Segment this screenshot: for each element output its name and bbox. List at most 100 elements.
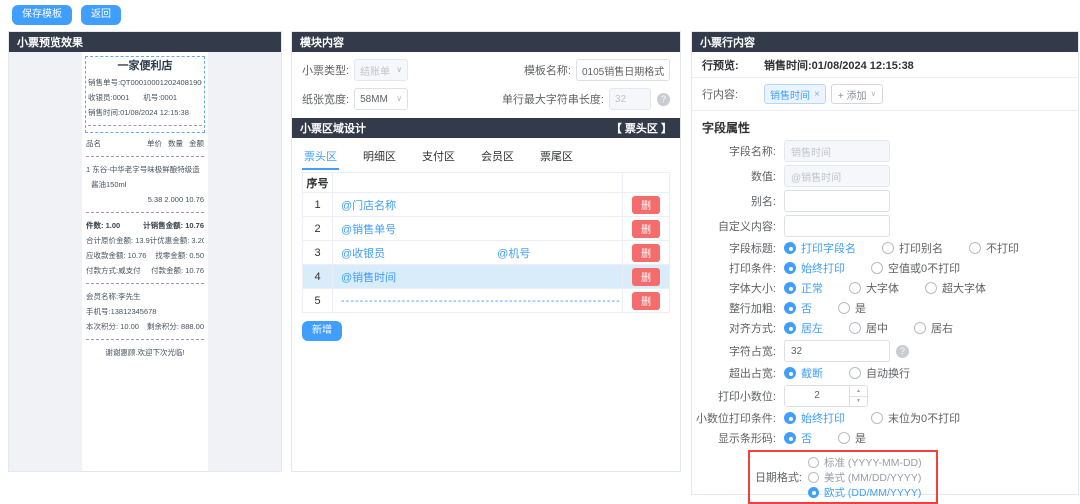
question-icon[interactable]: ? [896,345,909,358]
receipt-receivable: 应收款金额: 10.76 [86,248,146,263]
action-column-header [623,173,669,192]
date-format-annotation-box: 日期格式: 标准 (YYYY-MM-DD) 美式 (MM/DD/YYYY) 欧式… [748,450,938,504]
radio-barcode-no[interactable]: 否 [784,430,812,446]
radio-align-right[interactable]: 居右 [914,320,953,336]
design-section-title: 小票区域设计 [300,120,366,136]
table-row[interactable]: 3 @收银员 @机号 删 [303,241,669,265]
stepper-up-icon[interactable]: ▲ [850,386,867,397]
radio-no-print[interactable]: 不打印 [969,240,1019,256]
add-field-button[interactable]: + 添加 ∨ [831,84,883,104]
template-name-input[interactable] [576,59,670,81]
char-width-input[interactable] [784,340,890,362]
radio-bold-yes[interactable]: 是 [838,300,866,316]
radio-date-eu[interactable]: 欧式 (DD/MM/YYYY) [808,485,922,499]
design-body: 票头区 明细区 支付区 会员区 票尾区 序号 1 @门店名称 删 2 @销售单号… [292,138,680,349]
radio-icon [969,242,981,254]
preview-panel-header: 小票预览效果 [9,32,281,52]
question-icon[interactable]: ? [657,93,670,106]
radio-decimal-always[interactable]: 始终打印 [784,410,845,426]
line-bold-label: 整行加粗: [692,300,784,316]
field-properties-form: 字段名称: 数值: 别名: 自定义内容: 字段标题: 打印字段名 打印别名 不打… [692,140,1078,504]
row-content: 行内容: 销售时间 × + 添加 ∨ [692,78,1078,111]
radio-align-left[interactable]: 居左 [784,320,823,336]
line-table: 序号 1 @门店名称 删 2 @销售单号 删 3 @收银员 @机号 删 [302,172,670,313]
receipt-separator [86,283,204,284]
radio-skip-empty[interactable]: 空值或0不打印 [871,260,960,276]
radio-font-large[interactable]: 大字体 [849,280,899,296]
module-panel-header: 模块内容 [292,32,680,52]
tab-detail-area[interactable]: 明细区 [361,146,398,170]
receipt-points-balance: 剩余积分: 888.00 [147,319,204,334]
radio-icon [871,262,883,274]
custom-content-input[interactable] [784,215,890,237]
radio-bold-no[interactable]: 否 [784,300,812,316]
field-value-input [784,165,890,187]
receipt-separator [86,212,204,213]
delete-row-button[interactable]: 删 [632,268,660,286]
row-content-label: 行内容: [702,86,764,102]
toolbar: 保存模板 返回 [12,5,121,25]
barcode-label: 显示条形码: [692,430,784,446]
line-content: @销售时间 [341,269,396,285]
radio-icon [925,282,937,294]
tab-payment-area[interactable]: 支付区 [420,146,457,170]
radio-print-field-name[interactable]: 打印字段名 [784,240,856,256]
template-name-label: 模板名称: [524,62,571,78]
radio-date-us[interactable]: 美式 (MM/DD/YYYY) [808,470,922,484]
tab-footer-area[interactable]: 票尾区 [538,146,575,170]
paper-width-select[interactable]: 58MM ∨ [354,88,408,110]
table-row[interactable]: 1 @门店名称 删 [303,193,669,217]
add-line-button[interactable]: 新增 [302,321,342,341]
radio-icon [784,242,796,254]
radio-font-xlarge[interactable]: 超大字体 [925,280,986,296]
save-template-button[interactable]: 保存模板 [12,5,72,25]
active-region-badge: 【 票头区 】 [611,120,672,136]
delete-row-button[interactable]: 删 [632,292,660,310]
close-icon[interactable]: × [814,89,820,100]
radio-date-standard[interactable]: 标准 (YYYY-MM-DD) [808,455,922,469]
receipt-pay-method: 付款方式:威支付 [86,263,141,278]
field-tag[interactable]: 销售时间 × [764,84,826,104]
alias-input[interactable] [784,190,890,212]
decimals-stepper[interactable]: 2 ▲ ▼ [784,385,868,407]
radio-print-alias[interactable]: 打印别名 [882,240,943,256]
receipt-machine-no: 机号:0001 [143,90,177,105]
radio-icon [871,412,883,424]
radio-truncate[interactable]: 截断 [784,365,823,381]
table-row[interactable]: 2 @销售单号 删 [303,217,669,241]
table-row[interactable]: 5 --------------------------------------… [303,289,669,313]
char-width-label: 字符占宽: [692,343,784,359]
receipt-col-qty: 数量 [168,136,183,151]
radio-icon [808,472,819,483]
receipt-sale-time: 销售时间:01/08/2024 12:15:38 [88,105,202,120]
radio-font-normal[interactable]: 正常 [784,280,823,296]
row-preview-value: 销售时间:01/08/2024 12:15:38 [764,57,914,73]
table-row-selected[interactable]: 4 @销售时间 删 [303,265,669,289]
receipt-separator [86,339,204,340]
stepper-down-icon[interactable]: ▼ [850,397,867,407]
radio-align-center[interactable]: 居中 [849,320,888,336]
delete-row-button[interactable]: 删 [632,220,660,238]
radio-decimal-skip-zero[interactable]: 末位为0不打印 [871,410,960,426]
radio-icon [914,322,926,334]
back-button[interactable]: 返回 [81,5,121,25]
delete-row-button[interactable]: 删 [632,244,660,262]
radio-wrap[interactable]: 自动换行 [849,365,910,381]
max-length-label: 单行最大字符串长度: [502,91,604,107]
line-content-panel: 小票行内容 行预览: 销售时间:01/08/2024 12:15:38 行内容:… [691,31,1079,495]
receipt-header-region-selection[interactable]: 一家便利店 销售单号:QT000100012024081900( 收银员:000… [85,56,205,133]
chevron-down-icon: ∨ [870,90,876,98]
receipt-total-sales: 计销售金额: 10.76 [143,218,204,233]
table-header-row: 序号 [303,173,669,193]
receipt-member-phone: 手机号:13812345678 [86,304,204,319]
receipt-columns-header: 品名 单价 数量 金额 [86,136,204,151]
tab-header-area[interactable]: 票头区 [302,146,339,170]
delete-row-button[interactable]: 删 [632,196,660,214]
row-preview: 行预览: 销售时间:01/08/2024 12:15:38 [692,52,1078,78]
line-content: @销售单号 [341,221,396,237]
row-preview-label: 行预览: [702,57,764,73]
tab-member-area[interactable]: 会员区 [479,146,516,170]
radio-barcode-yes[interactable]: 是 [838,430,866,446]
radio-always-print[interactable]: 始终打印 [784,260,845,276]
chevron-down-icon: ∨ [396,66,402,74]
